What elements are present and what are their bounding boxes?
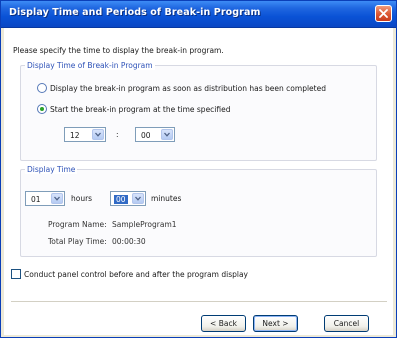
window-title: Display Time and Periods of Break-in Pro… [9, 7, 261, 18]
panel-control-label: Conduct panel control before and after t… [24, 269, 248, 279]
group-title-display-time-of-break-in: Display Time of Break-in Program [25, 61, 155, 70]
radio-option-immediate[interactable]: Display the break-in program as soon as … [37, 83, 326, 93]
minute-dropdown-button[interactable] [161, 129, 173, 140]
display-time-of-break-in-group: Display Time of Break-in Program Display… [20, 61, 377, 161]
total-play-time-label: Total Play Time: [48, 237, 107, 246]
intro-text: Please specify the time to display the b… [13, 46, 224, 55]
total-play-time-value: 00:00:30 [112, 237, 146, 246]
minutes-value: 00 [114, 195, 128, 204]
hour-select[interactable]: 12 [64, 127, 106, 142]
minute-select[interactable]: 00 [135, 127, 175, 142]
chevron-down-icon [54, 196, 60, 201]
button-separator [11, 301, 387, 303]
program-name-label: Program Name: [48, 220, 107, 229]
radio-option-specified-time[interactable]: Start the break-in program at the time s… [37, 104, 231, 114]
hours-dropdown-button[interactable] [51, 193, 63, 204]
chevron-down-icon [164, 132, 170, 137]
next-button[interactable]: Next > [253, 315, 298, 332]
close-button[interactable] [375, 5, 392, 22]
radio-specified-time[interactable] [37, 104, 47, 114]
program-name-value: SampleProgram1 [112, 220, 177, 229]
hour-value: 12 [70, 131, 80, 140]
close-icon [379, 9, 388, 18]
hours-value: 01 [31, 195, 41, 204]
panel-control-option[interactable]: Conduct panel control before and after t… [11, 269, 248, 279]
panel-control-checkbox[interactable] [11, 269, 21, 279]
title-bar[interactable]: Display Time and Periods of Break-in Pro… [1, 1, 396, 28]
minute-value: 00 [141, 131, 151, 140]
dialog-window: Display Time and Periods of Break-in Pro… [0, 0, 397, 338]
back-button[interactable]: < Back [201, 315, 246, 332]
radio-label-specified-time: Start the break-in program at the time s… [50, 104, 231, 114]
chevron-down-icon [135, 196, 141, 201]
display-time-group: Display Time 01 hours 00 minutes Program… [20, 165, 377, 257]
hours-select[interactable]: 01 [25, 191, 65, 206]
time-separator: : [116, 130, 119, 139]
radio-immediate[interactable] [37, 83, 47, 93]
chevron-down-icon [95, 132, 101, 137]
minutes-dropdown-button[interactable] [132, 193, 144, 204]
cancel-button[interactable]: Cancel [324, 315, 369, 332]
hour-dropdown-button[interactable] [92, 129, 104, 140]
minutes-label: minutes [151, 194, 182, 203]
minutes-select[interactable]: 00 [110, 191, 146, 206]
hours-label: hours [71, 194, 93, 203]
radio-label-immediate: Display the break-in program as soon as … [50, 83, 326, 93]
dialog-content: Please specify the time to display the b… [4, 28, 393, 335]
group-title-display-time: Display Time [25, 165, 78, 174]
